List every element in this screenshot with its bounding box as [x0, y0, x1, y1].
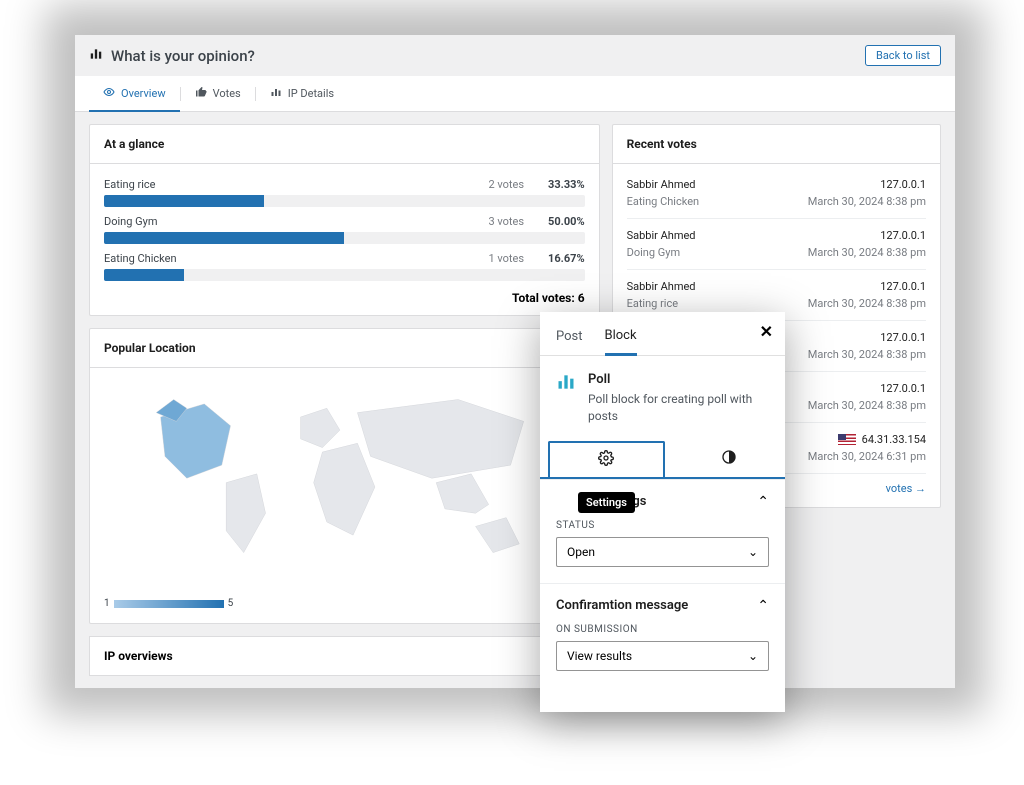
poll-icon	[556, 372, 576, 425]
at-a-glance-card: At a glance Eating rice 2 votes 33.33%	[89, 124, 600, 316]
option-votes: 1 votes	[488, 252, 524, 265]
on-submission-select[interactable]: View results ⌄	[556, 641, 769, 671]
total-votes: Total votes: 6	[104, 283, 585, 305]
world-map[interactable]	[104, 382, 585, 592]
voter-ip: 127.0.0.1	[808, 331, 926, 344]
section-general: Gen Settings gs ⌃ STATUS Open ⌄	[540, 479, 785, 573]
option-votes: 2 votes	[488, 178, 524, 191]
contrast-icon	[721, 449, 737, 469]
tabs-row: Overview Votes IP Details	[75, 76, 955, 112]
tab-block[interactable]: Block	[605, 322, 637, 356]
status-label: STATUS	[556, 520, 769, 531]
glance-row: Eating Chicken 1 votes 16.67%	[104, 246, 585, 283]
progress-bar	[104, 269, 585, 281]
subtab-settings[interactable]	[548, 441, 665, 477]
back-to-list-button[interactable]: Back to list	[865, 45, 941, 66]
voter-ip: 127.0.0.1	[808, 229, 926, 242]
subtab-styles[interactable]	[673, 441, 786, 477]
voter-choice: Eating Chicken	[627, 195, 700, 208]
voter-name: Sabbir Ahmed	[627, 178, 700, 191]
section-title: Confiramtion message	[556, 598, 688, 613]
popular-location-card: Popular Location Unit	[89, 328, 600, 624]
gear-icon	[598, 450, 614, 470]
voter-ip: 127.0.0.1	[808, 178, 926, 191]
block-title: Poll	[588, 372, 769, 387]
section-confirmation: Confiramtion message ⌃ ON SUBMISSION Vie…	[540, 583, 785, 677]
progress-bar	[104, 232, 585, 244]
vote-time: March 30, 2024 8:38 pm	[808, 297, 926, 310]
scale-max: 5	[228, 598, 234, 609]
tab-votes[interactable]: Votes	[181, 76, 255, 111]
voter-choice: Eating rice	[627, 297, 696, 310]
block-description: Poll block for creating poll with posts	[588, 391, 769, 425]
glance-row: Doing Gym 3 votes 50.00%	[104, 209, 585, 246]
dashboard-panel: What is your opinion? Back to list Overv…	[75, 35, 955, 685]
on-submission-value: View results	[567, 649, 632, 663]
progress-bar	[104, 195, 585, 207]
status-value: Open	[567, 545, 595, 559]
view-all-votes-link[interactable]: votes →	[886, 482, 926, 495]
recent-vote-item: Sabbir Ahmed Doing Gym 127.0.0.1 March 30,…	[627, 219, 926, 270]
tab-label: Votes	[213, 87, 241, 100]
scale-gradient	[114, 600, 224, 608]
tab-label: Overview	[121, 87, 166, 100]
card-heading: Recent votes	[613, 125, 940, 164]
tab-label: IP Details	[288, 87, 334, 100]
chevron-up-icon[interactable]: ⌃	[757, 494, 769, 510]
card-heading: Popular Location	[90, 329, 599, 368]
option-votes: 3 votes	[488, 215, 524, 228]
chart-icon	[270, 86, 282, 101]
option-label: Eating Chicken	[104, 252, 177, 265]
content-area: At a glance Eating rice 2 votes 33.33%	[75, 112, 955, 688]
option-label: Doing Gym	[104, 215, 158, 228]
tab-post[interactable]: Post	[556, 323, 583, 354]
vote-time: March 30, 2024 8:38 pm	[808, 399, 926, 412]
vote-time: March 30, 2024 8:38 pm	[808, 246, 926, 259]
thumbs-up-icon	[195, 86, 207, 101]
voter-ip: 127.0.0.1	[808, 280, 926, 293]
vote-time: March 30, 2024 8:38 pm	[808, 348, 926, 361]
option-pct: 33.33%	[548, 178, 585, 191]
voter-choice: Doing Gym	[627, 246, 696, 259]
block-header: Poll Poll block for creating poll with p…	[540, 356, 785, 441]
option-label: Eating rice	[104, 178, 155, 191]
voter-name: Sabbir Ahmed	[627, 280, 696, 293]
glance-row: Eating rice 2 votes 33.33%	[104, 172, 585, 209]
tab-ip-details[interactable]: IP Details	[256, 76, 348, 111]
vote-time: March 30, 2024 6:31 pm	[808, 450, 926, 463]
close-icon[interactable]: ✕	[760, 322, 773, 341]
option-pct: 16.67%	[548, 252, 585, 265]
scale-min: 1	[104, 598, 110, 609]
settings-tooltip: Settings	[578, 492, 635, 513]
voter-ip: 127.0.0.1	[808, 382, 926, 395]
chevron-up-icon[interactable]: ⌃	[757, 598, 769, 614]
settings-subtabs	[540, 441, 785, 479]
section-title: Gen Settings gs	[556, 494, 646, 509]
ip-overviews-heading: IP overviews	[89, 636, 600, 676]
tab-overview[interactable]: Overview	[89, 76, 180, 111]
voter-ip: 64.31.33.154	[808, 433, 926, 446]
poll-icon	[89, 46, 103, 65]
option-pct: 50.00%	[548, 215, 585, 228]
page-title: What is your opinion?	[111, 47, 255, 65]
map-scale: 1 5	[104, 598, 585, 609]
chevron-down-icon: ⌄	[748, 545, 758, 559]
on-submission-label: ON SUBMISSION	[556, 624, 769, 635]
titlebar: What is your opinion? Back to list	[75, 35, 955, 76]
us-flag-icon	[838, 434, 856, 445]
voter-name: Sabbir Ahmed	[627, 229, 696, 242]
vote-time: March 30, 2024 8:38 pm	[808, 195, 926, 208]
block-settings-panel: Post Block ✕ Poll Poll block for creatin…	[540, 312, 785, 712]
recent-vote-item: Sabbir Ahmed Eating Chicken 127.0.0.1 Marc…	[627, 168, 926, 219]
eye-icon	[103, 86, 115, 101]
status-select[interactable]: Open ⌄	[556, 537, 769, 567]
chevron-down-icon: ⌄	[748, 649, 758, 663]
card-heading: At a glance	[90, 125, 599, 164]
